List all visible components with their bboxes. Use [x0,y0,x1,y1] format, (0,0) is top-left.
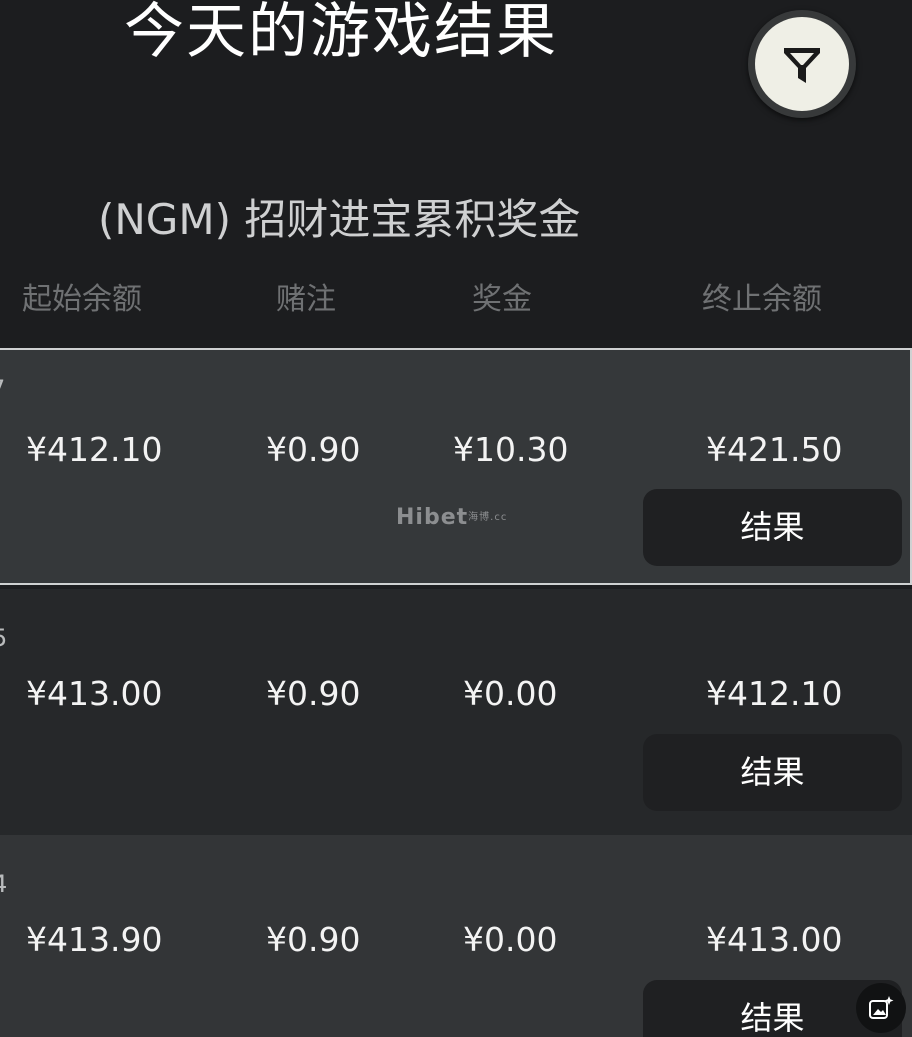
watermark-text: Hibet [396,505,469,530]
result-row[interactable]: 4 ¥413.90 ¥0.90 ¥0.00 ¥413.00 结果 [0,835,912,1037]
image-action-button[interactable] [856,983,906,1033]
row-id: 4 [0,869,7,899]
column-headers: 起始余额 赌注 奖金 终止余额 [0,275,912,325]
bet-value: ¥0.90 [266,430,361,469]
column-header-start-balance: 起始余额 [22,282,142,317]
watermark: Hibet海博.cc [396,505,507,531]
result-row[interactable]: 7 ¥412.10 ¥0.90 ¥10.30 ¥421.50 结果 [0,348,912,585]
game-name: (NGM) 招财进宝累积奖金 [98,195,581,244]
filter-button-face [755,17,849,111]
filter-icon [784,48,820,83]
result-row[interactable]: 5 ¥413.00 ¥0.90 ¥0.00 ¥412.10 结果 [0,589,912,835]
end-balance-value: ¥413.00 [706,920,843,959]
result-button[interactable]: 结果 [643,734,902,811]
result-button[interactable]: 结果 [643,489,902,566]
image-sparkle-icon [869,996,894,1019]
filter-button[interactable] [748,10,856,118]
column-header-end-balance: 终止余额 [702,282,822,317]
bet-value: ¥0.90 [266,674,361,713]
prize-value: ¥10.30 [453,430,569,469]
bet-value: ¥0.90 [266,920,361,959]
column-header-bet: 赌注 [276,282,336,317]
end-balance-value: ¥412.10 [706,674,843,713]
row-id: 7 [0,374,5,404]
end-balance-value: ¥421.50 [706,430,843,469]
page-title: 今天的游戏结果 [124,0,558,67]
start-balance-value: ¥413.00 [26,674,163,713]
start-balance-value: ¥413.90 [26,920,163,959]
game-results-screen: 今天的游戏结果 (NGM) 招财进宝累积奖金 起始余额 赌注 奖金 终止余额 7… [0,0,912,1037]
prize-value: ¥0.00 [463,674,558,713]
column-header-prize: 奖金 [472,282,532,317]
watermark-suffix: 海博.cc [468,512,508,523]
prize-value: ¥0.00 [463,920,558,959]
row-id: 5 [0,623,7,653]
start-balance-value: ¥412.10 [26,430,163,469]
